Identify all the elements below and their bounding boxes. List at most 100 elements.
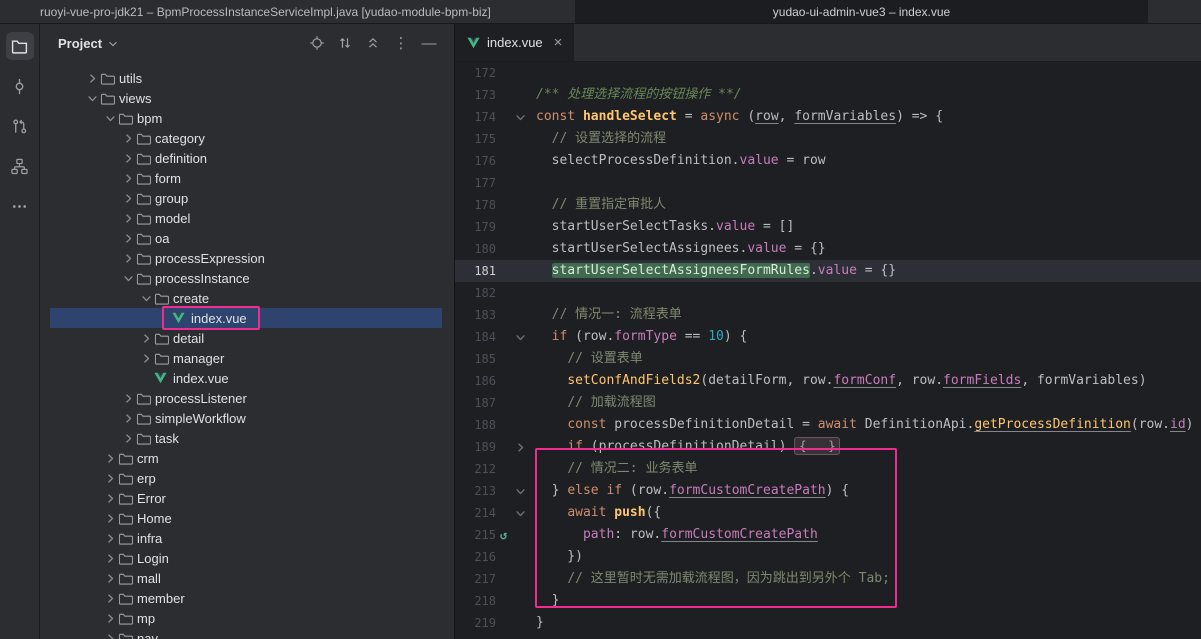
chevron-right-icon[interactable] (120, 130, 136, 146)
chevron-right-icon[interactable] (102, 510, 118, 526)
fold-expanded-icon[interactable] (511, 508, 529, 519)
chevron-right-icon[interactable] (120, 390, 136, 406)
chevron-down-icon[interactable] (84, 90, 100, 106)
chevron-right-icon[interactable] (102, 590, 118, 606)
tree-item-form[interactable]: form (40, 168, 454, 188)
window-title-right: yudao-ui-admin-vue3 – index.vue (773, 5, 950, 19)
tab-index-vue[interactable]: index.vue × (455, 24, 574, 61)
chevron-right-icon[interactable] (120, 210, 136, 226)
tree-item-category[interactable]: category (40, 128, 454, 148)
tree-item-label: member (137, 591, 185, 606)
chevron-spacer (138, 370, 154, 386)
code-line-217: 217 // 这里暂时无需加载流程图，因为跳出到另外个 Tab; (455, 568, 1201, 590)
chevron-right-icon[interactable] (84, 70, 100, 86)
pull-requests-icon[interactable] (6, 112, 34, 140)
recursion-icon[interactable]: ↺ (496, 524, 511, 546)
more-icon[interactable] (6, 192, 34, 220)
chevron-right-icon[interactable] (102, 570, 118, 586)
editor-gutter: 173 (455, 84, 529, 106)
code-line-178: 178 // 重置指定审批人 (455, 194, 1201, 216)
chevron-right-icon[interactable] (102, 490, 118, 506)
tree-item-oa[interactable]: oa (40, 228, 454, 248)
code-line-188: 188 const processDefinitionDetail = awai… (455, 414, 1201, 436)
collapse-all-icon[interactable] (362, 32, 384, 54)
tree-item-Error[interactable]: Error (40, 488, 454, 508)
chevron-right-icon[interactable] (102, 630, 118, 639)
folder-icon (136, 252, 154, 265)
tree-item-create[interactable]: create (40, 288, 454, 308)
tree-item-Home[interactable]: Home (40, 508, 454, 528)
close-icon[interactable]: × (554, 34, 563, 51)
tree-item-member[interactable]: member (40, 588, 454, 608)
chevron-right-icon[interactable] (102, 610, 118, 626)
line-number: 180 (455, 238, 496, 260)
more-options-icon[interactable]: ⋮ (390, 32, 412, 54)
expand-collapse-icon[interactable] (334, 32, 356, 54)
tree-item-Login[interactable]: Login (40, 548, 454, 568)
tree-item-bpm[interactable]: bpm (40, 108, 454, 128)
tree-item-task[interactable]: task (40, 428, 454, 448)
vue-file-icon (154, 372, 172, 384)
tree-item-detail[interactable]: detail (40, 328, 454, 348)
folder-icon (136, 412, 154, 425)
chevron-right-icon[interactable] (138, 330, 154, 346)
tree-item-label: Error (137, 491, 166, 506)
fold-expanded-icon[interactable] (511, 112, 529, 123)
tree-item-utils[interactable]: utils (40, 68, 454, 88)
chevron-down-icon[interactable] (108, 39, 118, 49)
chevron-right-icon[interactable] (120, 410, 136, 426)
tree-item-index-vue[interactable]: index.vue (40, 368, 454, 388)
tree-item-index-vue[interactable]: index.vue (40, 308, 454, 328)
structure-icon[interactable] (6, 152, 34, 180)
code-editor[interactable]: 172173/** 处理选择流程的按钮操作 **/174const handle… (455, 62, 1201, 639)
line-number: 178 (455, 194, 496, 216)
chevron-right-icon[interactable] (102, 550, 118, 566)
editor-gutter: 219 (455, 612, 529, 634)
project-panel-title[interactable]: Project (58, 36, 102, 51)
folder-icon (118, 532, 136, 545)
fold-expanded-icon[interactable] (511, 332, 529, 343)
editor-gutter: 217 (455, 568, 529, 590)
hide-panel-icon[interactable]: — (418, 32, 440, 54)
chevron-right-icon[interactable] (138, 350, 154, 366)
tree-item-model[interactable]: model (40, 208, 454, 228)
commit-icon[interactable] (6, 72, 34, 100)
tree-item-processExpression[interactable]: processExpression (40, 248, 454, 268)
chevron-down-icon[interactable] (138, 290, 154, 306)
fold-collapsed-icon[interactable] (511, 442, 529, 453)
chevron-right-icon[interactable] (120, 190, 136, 206)
locate-file-icon[interactable] (306, 32, 328, 54)
code-text: if (row.formType == 10) { (529, 326, 747, 348)
tree-item-nav[interactable]: nav (40, 628, 454, 639)
tree-item-views[interactable]: views (40, 88, 454, 108)
tree-item-crm[interactable]: crm (40, 448, 454, 468)
tree-item-mp[interactable]: mp (40, 608, 454, 628)
vue-file-icon (172, 312, 190, 324)
folder-icon (136, 132, 154, 145)
folder-icon (136, 272, 154, 285)
tree-item-infra[interactable]: infra (40, 528, 454, 548)
tree-item-erp[interactable]: erp (40, 468, 454, 488)
chevron-right-icon[interactable] (120, 250, 136, 266)
chevron-down-icon[interactable] (120, 270, 136, 286)
tree-item-definition[interactable]: definition (40, 148, 454, 168)
chevron-right-icon[interactable] (102, 470, 118, 486)
chevron-right-icon[interactable] (102, 450, 118, 466)
tree-item-manager[interactable]: manager (40, 348, 454, 368)
project-icon[interactable] (6, 32, 34, 60)
code-line-215: 215↺ path: row.formCustomCreatePath (455, 524, 1201, 546)
tree-item-simpleWorkflow[interactable]: simpleWorkflow (40, 408, 454, 428)
chevron-right-icon[interactable] (120, 170, 136, 186)
tree-item-processListener[interactable]: processListener (40, 388, 454, 408)
chevron-right-icon[interactable] (120, 230, 136, 246)
tree-item-mall[interactable]: mall (40, 568, 454, 588)
tree-item-group[interactable]: group (40, 188, 454, 208)
tree-item-processInstance[interactable]: processInstance (40, 268, 454, 288)
fold-expanded-icon[interactable] (511, 486, 529, 497)
chevron-right-icon[interactable] (120, 430, 136, 446)
chevron-right-icon[interactable] (102, 530, 118, 546)
chevron-down-icon[interactable] (102, 110, 118, 126)
line-number: 215 (455, 524, 496, 546)
chevron-right-icon[interactable] (120, 150, 136, 166)
tree-item-label: detail (173, 331, 204, 346)
